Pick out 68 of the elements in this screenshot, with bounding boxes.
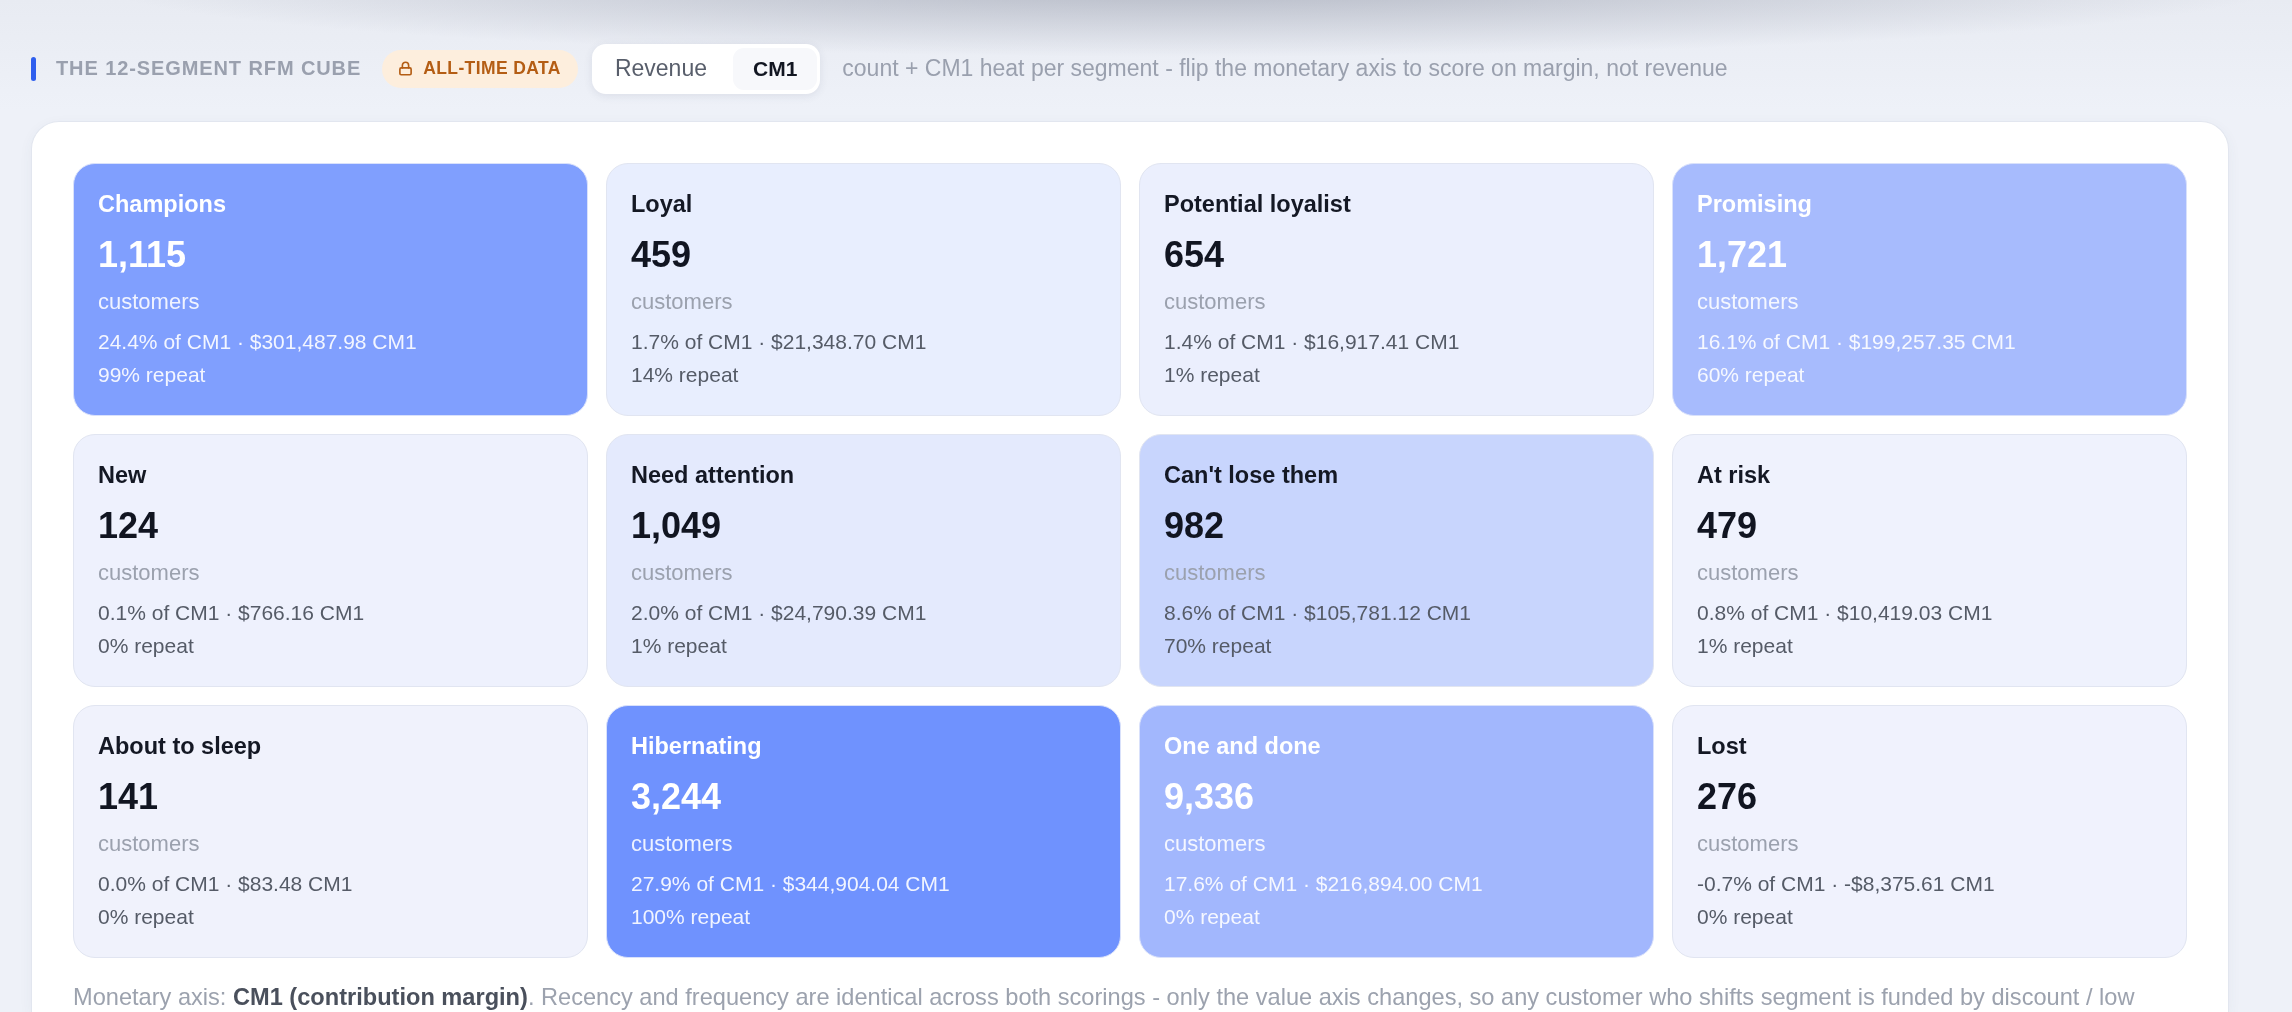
customers-label: customers	[98, 560, 200, 586]
cm1-share: 8.6% of CM1 · $105,781.12 CM1	[1164, 600, 1471, 626]
repeat-rate: 100% repeat	[631, 904, 751, 930]
customers-label: customers	[98, 289, 200, 315]
cm1-share: 17.6% of CM1 · $216,894.00 CM1	[1164, 871, 1483, 897]
customer-count: 479	[1697, 505, 1758, 547]
repeat-rate: 0% repeat	[1164, 904, 1260, 930]
segment-name: At risk	[1697, 461, 1771, 489]
customer-count: 1,049	[631, 505, 722, 547]
repeat-rate: 0% repeat	[1697, 904, 1793, 930]
cm1-share: 1.4% of CM1 · $16,917.41 CM1	[1164, 329, 1460, 355]
customers-label: customers	[98, 831, 200, 857]
repeat-rate: 60% repeat	[1697, 362, 1805, 388]
repeat-rate: 1% repeat	[631, 633, 727, 659]
repeat-rate: 0% repeat	[98, 633, 194, 659]
segment-name: Hibernating	[631, 732, 762, 760]
customer-count: 3,244	[631, 776, 722, 818]
cm1-share: 16.1% of CM1 · $199,257.35 CM1	[1697, 329, 2016, 355]
customer-count: 654	[1164, 234, 1225, 276]
toggle-option[interactable]: CM1	[732, 47, 818, 90]
badge-label: ALL-TIME DATA	[423, 58, 561, 79]
customer-count: 982	[1164, 505, 1225, 547]
cm1-share: 24.4% of CM1 · $301,487.98 CM1	[98, 329, 417, 355]
segment-name: New	[98, 461, 147, 489]
cm1-share: 0.1% of CM1 · $766.16 CM1	[98, 600, 365, 626]
segment-name: Promising	[1697, 190, 1812, 218]
cm1-share: 2.0% of CM1 · $24,790.39 CM1	[631, 600, 927, 626]
customer-count: 1,721	[1697, 234, 1788, 276]
customers-label: customers	[1697, 560, 1799, 586]
section-title: THE 12-SEGMENT RFM CUBE	[56, 57, 362, 80]
cm1-share: 1.7% of CM1 · $21,348.70 CM1	[631, 329, 927, 355]
cm1-share: 27.9% of CM1 · $344,904.04 CM1	[631, 871, 950, 897]
segment-name: Lost	[1697, 732, 1747, 760]
customer-count: 459	[631, 234, 692, 276]
customer-count: 141	[98, 776, 159, 818]
segment-name: Can't lose them	[1164, 461, 1339, 489]
segment-name: Potential loyalist	[1164, 190, 1351, 218]
cm1-share: -0.7% of CM1 · -$8,375.61 CM1	[1697, 871, 1995, 897]
customer-count: 1,115	[98, 234, 187, 276]
customers-label: customers	[631, 289, 733, 315]
repeat-rate: 0% repeat	[98, 904, 194, 930]
segment-name: Need attention	[631, 461, 795, 489]
cm1-share: 0.8% of CM1 · $10,419.03 CM1	[1697, 600, 1993, 626]
customers-label: customers	[1697, 289, 1799, 315]
segment-name: Champions	[98, 190, 226, 218]
customers-label: customers	[631, 560, 733, 586]
segment-name: One and done	[1164, 732, 1321, 760]
segment-name: Loyal	[631, 190, 693, 218]
customers-label: customers	[1164, 289, 1266, 315]
segment-name: About to sleep	[98, 732, 262, 760]
repeat-rate: 14% repeat	[631, 362, 739, 388]
toggle-option[interactable]: Revenue	[594, 47, 727, 90]
customers-label: customers	[1164, 560, 1266, 586]
customer-count: 9,336	[1164, 776, 1255, 818]
cm1-share: 0.0% of CM1 · $83.48 CM1	[98, 871, 353, 897]
repeat-rate: 99% repeat	[98, 362, 206, 388]
customer-count: 276	[1697, 776, 1758, 818]
repeat-rate: 1% repeat	[1697, 633, 1793, 659]
section-marker-icon	[31, 56, 36, 81]
customers-label: customers	[1697, 831, 1799, 857]
customers-label: customers	[631, 831, 733, 857]
customers-label: customers	[1164, 831, 1266, 857]
toggle-description: count + CM1 heat per segment - flip the monetary axis to score on margin, not revenue	[842, 55, 1728, 82]
footnote: Monetary axis: CM1 (contribution margin). Recency and frequency are identical across both scorings - only the value axis changes, so any customer who shifts segment is funded by discount / low	[73, 983, 2136, 1011]
repeat-rate: 70% repeat	[1164, 633, 1272, 659]
repeat-rate: 1% repeat	[1164, 362, 1260, 388]
lock-icon	[398, 61, 414, 76]
customer-count: 124	[98, 505, 159, 547]
